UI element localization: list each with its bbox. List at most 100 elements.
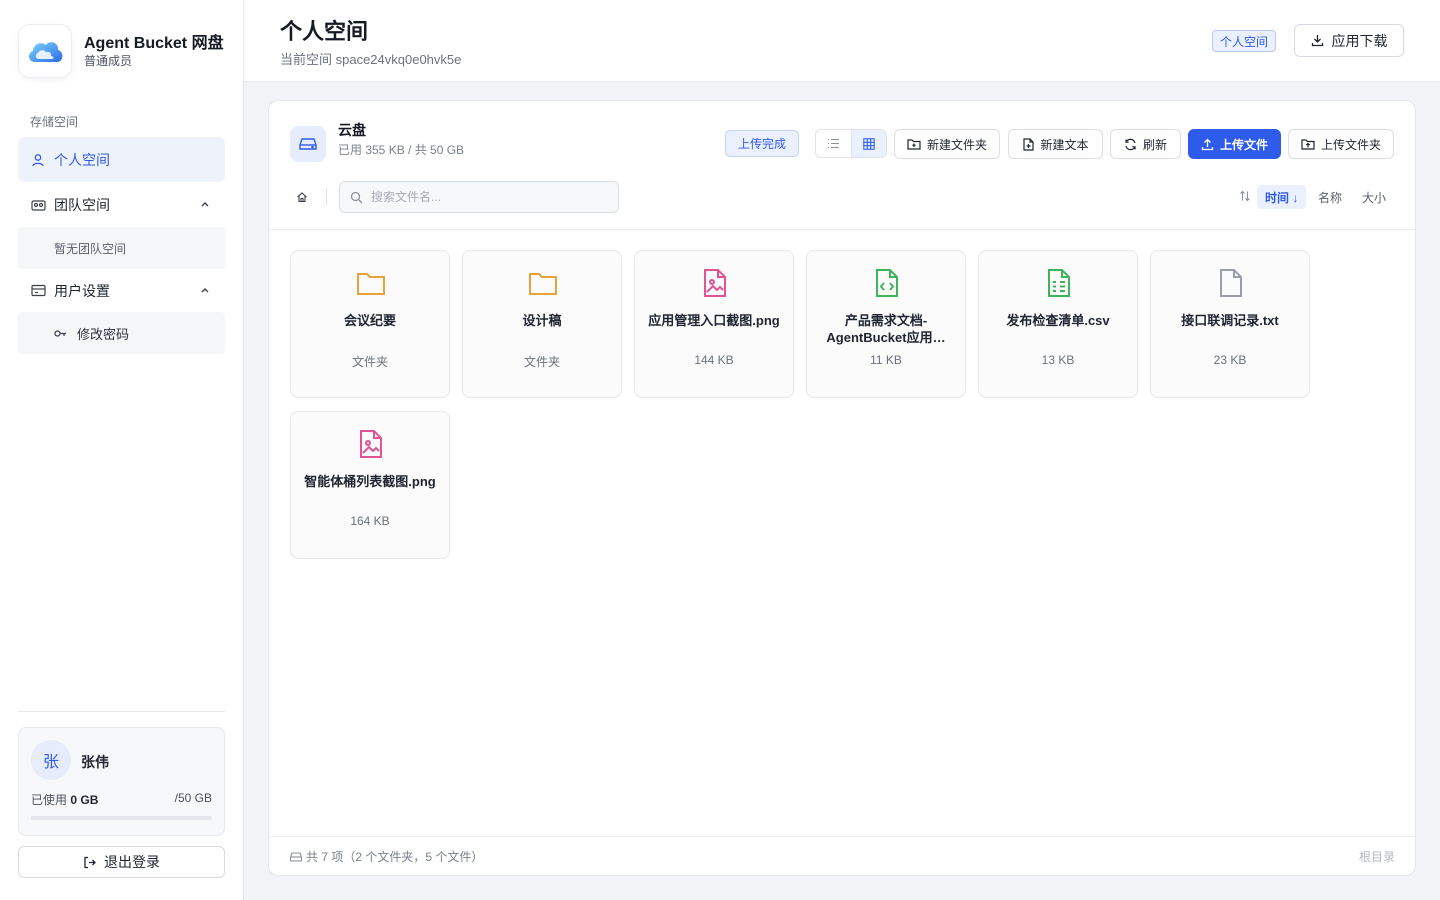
file-card[interactable]: 智能体桶列表截图.png 164 KB bbox=[290, 411, 450, 559]
file-meta: 144 KB bbox=[694, 353, 734, 367]
team-space-empty: 暂无团队空间 bbox=[18, 227, 225, 269]
storage-usage-bar bbox=[31, 816, 212, 820]
storage-used-caption: 已使用 bbox=[31, 793, 68, 807]
sort-icon bbox=[1239, 190, 1251, 202]
disk-usage: 已用 355 KB / 共 50 GB bbox=[338, 143, 465, 157]
root-directory-label: 根目录 bbox=[1358, 850, 1395, 864]
file-name: 应用管理入口截图.png bbox=[648, 313, 780, 328]
sidebar-item-team-space[interactable]: 团队空间 bbox=[18, 182, 225, 227]
item-count: 共 7 项（2 个文件夹，5 个文件） bbox=[290, 848, 483, 865]
storage-section-label: 存储空间 bbox=[30, 115, 79, 129]
file-card[interactable]: 发布检查清单.csv 13 KB bbox=[978, 250, 1138, 398]
file-name: 发布检查清单.csv bbox=[1006, 313, 1110, 328]
user-name: 张伟 bbox=[81, 754, 109, 770]
search-input[interactable] bbox=[371, 190, 611, 204]
sidebar-item-label: 用户设置 bbox=[54, 282, 110, 299]
sort-by-size[interactable]: 大小 bbox=[1354, 185, 1394, 209]
image-file-icon bbox=[355, 428, 387, 460]
folder-upload-icon bbox=[1301, 138, 1315, 150]
grid-view-button[interactable] bbox=[850, 130, 886, 157]
search-icon bbox=[350, 191, 363, 204]
sidebar: Agent Bucket 网盘 普通成员 存储空间 个人空间 团队空间 暂无团队… bbox=[0, 0, 244, 900]
toolbar-divider bbox=[269, 229, 1415, 230]
sort-by-time[interactable]: 时间 ↓ bbox=[1257, 185, 1307, 209]
view-toggle bbox=[815, 129, 887, 158]
sidebar-item-personal-space[interactable]: 个人空间 bbox=[18, 137, 225, 182]
storage-used-label: 已使用 0 GB bbox=[31, 791, 98, 808]
file-card[interactable]: 产品需求文档-AgentBucket应用… 11 KB bbox=[806, 250, 966, 398]
folder-plus-icon bbox=[907, 138, 921, 150]
new-text-label: 新建文本 bbox=[1040, 137, 1089, 152]
download-icon bbox=[1311, 34, 1324, 47]
disk-title: 云盘 bbox=[338, 122, 366, 138]
logout-icon bbox=[83, 856, 96, 869]
sidebar-item-user-settings[interactable]: 用户设置 bbox=[18, 268, 225, 313]
item-count-text: 共 7 项（2 个文件夹，5 个文件） bbox=[306, 850, 484, 864]
file-meta: 13 KB bbox=[1041, 353, 1075, 367]
app-download-label: 应用下载 bbox=[1331, 32, 1388, 49]
code-file-icon bbox=[871, 267, 903, 299]
new-folder-label: 新建文件夹 bbox=[926, 137, 987, 152]
new-folder-button[interactable]: 新建文件夹 bbox=[894, 129, 1000, 159]
file-meta: 11 KB bbox=[870, 353, 902, 367]
settings-card-icon bbox=[30, 283, 46, 299]
file-name: 接口联调记录.txt bbox=[1181, 313, 1279, 328]
list-icon bbox=[827, 138, 840, 149]
logout-label: 退出登录 bbox=[104, 854, 160, 870]
user-icon bbox=[30, 152, 46, 168]
sort-by-name[interactable]: 名称 bbox=[1310, 185, 1350, 209]
sidebar-item-change-password[interactable]: 修改密码 bbox=[18, 312, 225, 354]
spreadsheet-file-icon bbox=[1043, 267, 1075, 299]
chevron-up-icon[interactable] bbox=[199, 283, 211, 299]
storage-total: /50 GB bbox=[174, 791, 212, 805]
image-file-icon bbox=[699, 267, 731, 299]
file-card[interactable]: 应用管理入口截图.png 144 KB bbox=[634, 250, 794, 398]
folder-icon bbox=[527, 267, 559, 299]
file-card[interactable]: 会议纪要 文件夹 bbox=[290, 250, 450, 398]
hard-drive-icon bbox=[290, 126, 326, 162]
storage-used-value: 0 GB bbox=[70, 793, 99, 807]
breadcrumb-separator bbox=[326, 188, 327, 205]
brand-subtitle: 普通成员 bbox=[84, 54, 133, 68]
page-title: 个人空间 bbox=[280, 19, 369, 44]
team-space-empty-text: 暂无团队空间 bbox=[54, 241, 127, 256]
file-meta: 文件夹 bbox=[523, 355, 560, 369]
key-icon bbox=[54, 329, 67, 338]
upload-status-badge[interactable]: 上传完成 bbox=[725, 130, 800, 157]
file-name: 会议纪要 bbox=[343, 313, 396, 328]
refresh-label: 刷新 bbox=[1142, 137, 1167, 152]
file-plus-icon bbox=[1022, 137, 1035, 151]
app-download-button[interactable]: 应用下载 bbox=[1294, 24, 1404, 57]
file-name: 产品需求文档-AgentBucket应用… bbox=[826, 313, 946, 345]
breadcrumb-home-icon[interactable] bbox=[295, 190, 309, 204]
hard-drive-small-icon bbox=[290, 851, 302, 862]
chevron-up-icon[interactable] bbox=[199, 197, 211, 213]
upload-file-button[interactable]: 上传文件 bbox=[1188, 129, 1281, 159]
file-card[interactable]: 接口联调记录.txt 23 KB bbox=[1150, 250, 1310, 398]
user-card: 张 张伟 已使用 0 GB /50 GB bbox=[18, 727, 225, 836]
refresh-button[interactable]: 刷新 bbox=[1110, 129, 1181, 159]
refresh-icon bbox=[1124, 138, 1137, 151]
file-name: 智能体桶列表截图.png bbox=[304, 474, 436, 489]
upload-folder-button[interactable]: 上传文件夹 bbox=[1288, 129, 1394, 159]
list-view-button[interactable] bbox=[816, 130, 851, 157]
page-header: 个人空间 当前空间 space24vkq0e0hvk5e 个人空间 应用下载 bbox=[244, 0, 1440, 82]
sidebar-divider bbox=[18, 711, 225, 712]
brand: Agent Bucket 网盘 普通成员 bbox=[18, 24, 224, 78]
text-file-icon bbox=[1215, 267, 1247, 299]
sidebar-item-label: 个人空间 bbox=[54, 151, 110, 168]
space-badge: 个人空间 bbox=[1212, 30, 1277, 52]
team-icon bbox=[30, 197, 46, 213]
sidebar-subitem-label: 修改密码 bbox=[77, 326, 130, 342]
brand-title: Agent Bucket 网盘 bbox=[84, 35, 224, 52]
file-name: 设计稿 bbox=[522, 313, 562, 328]
file-card[interactable]: 设计稿 文件夹 bbox=[462, 250, 622, 398]
file-panel: 云盘 已用 355 KB / 共 50 GB 上传完成 新建文件夹 新建文本 刷… bbox=[268, 100, 1416, 876]
new-text-button[interactable]: 新建文本 bbox=[1008, 129, 1103, 159]
upload-folder-label: 上传文件夹 bbox=[1320, 137, 1381, 152]
search-box[interactable] bbox=[339, 181, 619, 213]
folder-icon bbox=[355, 267, 387, 299]
cloud-logo-icon bbox=[18, 24, 72, 78]
logout-button[interactable]: 退出登录 bbox=[18, 846, 225, 878]
file-meta: 164 KB bbox=[350, 514, 390, 528]
